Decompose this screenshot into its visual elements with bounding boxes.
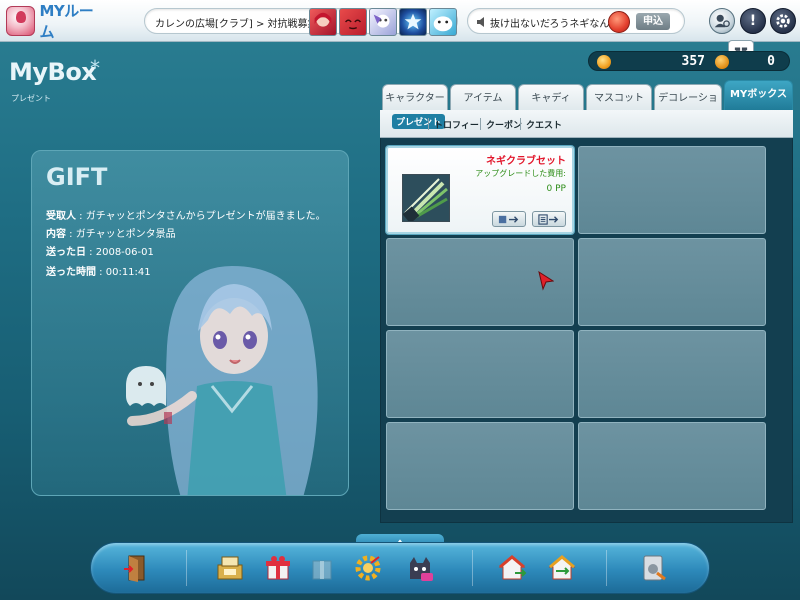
item-note: アップグレードした費用:	[475, 169, 566, 178]
receive-to-box-button[interactable]	[492, 211, 526, 227]
cursor-icon	[538, 271, 554, 291]
room-logo-icon	[6, 6, 36, 36]
item-slot-empty[interactable]	[578, 422, 766, 510]
box-arrow-icon	[498, 215, 519, 223]
mascot-button[interactable]	[400, 548, 440, 588]
dock-separator	[186, 550, 187, 586]
currency-bar: 357 0	[588, 51, 790, 71]
alert-icon[interactable]: !	[740, 8, 766, 34]
avatar-slot-3[interactable]	[369, 8, 397, 36]
gear-icon[interactable]	[770, 8, 796, 34]
top-bar: MYルーム カレンの広場[クラブ] > 対抗戦募集 抜け出ないだろうネギなんぞ …	[0, 0, 800, 42]
gift-title: GIFT	[46, 163, 108, 191]
apply-button[interactable]: 申込	[636, 13, 670, 30]
dock-separator	[472, 550, 473, 586]
character-illustration	[126, 266, 318, 495]
logo-text: MYルーム	[39, 2, 94, 41]
page-title: MyBox	[9, 58, 97, 86]
house-exchange-icon	[548, 555, 576, 580]
gems-value: 0	[767, 54, 775, 69]
item-slot-filled[interactable]: ネギクラブセット アップグレードした費用: 0 PP	[386, 146, 574, 234]
my-room-logo[interactable]: MYルーム	[6, 2, 106, 41]
gift-recipient-value: : ガチャッとポンタさんからプレゼントが届きました。	[76, 211, 326, 222]
box-icon	[312, 560, 332, 580]
exit-door-icon	[124, 555, 145, 582]
gift-recipient: 受取人 : ガチャッとポンタさんからプレゼントが届きました。	[46, 207, 326, 222]
tab-mascot[interactable]: マスコット	[586, 84, 652, 111]
avatar-slot-2[interactable]	[339, 8, 367, 36]
avatar-slot-4[interactable]	[399, 8, 427, 36]
gift-content-label: 内容	[46, 229, 66, 240]
gift-detail-card: GIFT 受取人 : ガチャッとポンタさんからプレゼントが届きました。 内容 :…	[31, 150, 349, 496]
cash-register-icon	[217, 556, 243, 580]
exit-room-button[interactable]	[117, 548, 157, 588]
view-detail-button[interactable]	[532, 211, 566, 227]
subtab-trophy[interactable]: トロフィー	[434, 118, 479, 131]
item-name: ネギクラブセット	[486, 156, 566, 167]
cat-mascot-icon	[410, 557, 433, 581]
gift-sent-time-label: 送った時間	[46, 267, 96, 278]
settings-plug-icon	[643, 555, 666, 581]
location-text: カレンの広場[クラブ] > 対抗戦募集	[155, 19, 318, 30]
avatar-slot-1[interactable]	[309, 8, 337, 36]
storage-button[interactable]	[302, 548, 342, 588]
list-arrow-icon	[538, 213, 559, 225]
tab-decoration[interactable]: デコレーション	[654, 84, 722, 131]
tab-character[interactable]: キャラクター	[382, 84, 448, 111]
item-image	[402, 174, 450, 222]
speaker-icon	[477, 17, 484, 27]
avatar-slot-5[interactable]	[429, 8, 457, 36]
house-enter-icon	[498, 555, 527, 580]
message-box: 抜け出ないだろうネギなんぞ 申込	[467, 8, 685, 34]
exchange-room-button[interactable]	[542, 548, 582, 588]
dock-separator	[606, 550, 607, 586]
subtab-coupon[interactable]: クーポン	[486, 118, 522, 131]
tab-mybox[interactable]: MYボックス	[724, 80, 793, 111]
subtab-quest[interactable]: クエスト	[526, 118, 562, 131]
subtab-separator	[520, 118, 521, 130]
item-slot-empty[interactable]	[578, 146, 766, 234]
gem-icon	[715, 55, 729, 69]
friend-icon[interactable]	[709, 8, 735, 34]
gift-recipient-label: 受取人	[46, 211, 76, 222]
options-button[interactable]	[634, 548, 674, 588]
subtab-bar: プレゼント トロフィー クーポン クエスト	[380, 110, 793, 138]
subtab-separator	[480, 118, 481, 130]
gift-box-icon	[266, 556, 290, 580]
item-price: 0 PP	[546, 184, 566, 194]
item-slot-empty[interactable]	[578, 238, 766, 326]
gift-sent-date-label: 送った日	[46, 247, 86, 258]
points-value: 357	[681, 54, 705, 69]
coin-icon	[597, 55, 611, 69]
item-slot-empty[interactable]	[386, 330, 574, 418]
tab-caddie[interactable]: キャディ	[518, 84, 584, 111]
visit-room-button[interactable]	[492, 548, 532, 588]
page-subtitle: プレゼント	[11, 94, 51, 103]
upgrade-button[interactable]	[348, 548, 388, 588]
angry-face-icon	[608, 11, 630, 33]
tab-item[interactable]: アイテム	[450, 84, 516, 111]
gacha-button[interactable]	[258, 548, 298, 588]
shop-button[interactable]	[210, 548, 250, 588]
title-star: *	[90, 56, 100, 80]
subtab-separator	[428, 118, 429, 130]
gear-gold-icon	[355, 555, 381, 581]
item-slot-empty[interactable]	[578, 330, 766, 418]
message-text: 抜け出ないだろうネギなんぞ	[490, 19, 620, 30]
item-slot-empty[interactable]	[386, 422, 574, 510]
